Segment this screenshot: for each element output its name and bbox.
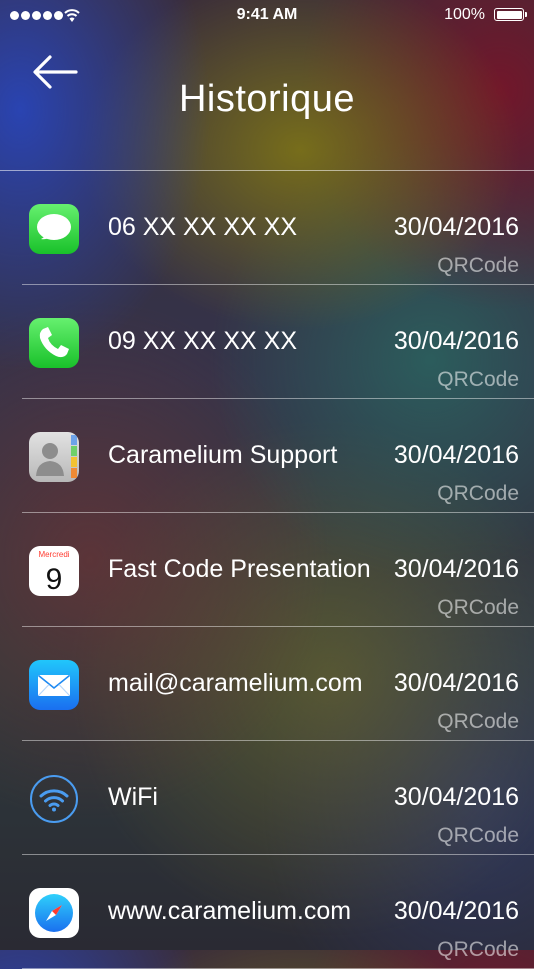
history-type: QRCode (437, 254, 519, 277)
page-title: Historique (178, 78, 356, 120)
history-row[interactable]: 06 XX XX XX XX 30/04/2016 QRCode (0, 171, 534, 285)
wifi-icon (29, 774, 79, 824)
history-row[interactable]: Caramelium Support 30/04/2016 QRCode (0, 399, 534, 513)
safari-icon (29, 888, 79, 938)
history-title: 06 XX XX XX XX (108, 213, 297, 241)
mail-icon (29, 660, 79, 710)
history-title: www.caramelium.com (108, 897, 352, 925)
calendar-date-label: 9 (46, 563, 63, 596)
messages-icon (29, 204, 79, 254)
history-date: 30/04/2016 (393, 327, 519, 355)
history-type: QRCode (437, 938, 519, 961)
history-date: 30/04/2016 (393, 897, 519, 925)
history-row[interactable]: mail@caramelium.com 30/04/2016 QRCode (0, 627, 534, 741)
history-type: QRCode (437, 596, 519, 619)
history-title: Fast Code Presentation (108, 555, 371, 583)
history-type: QRCode (437, 368, 519, 391)
battery-icon (494, 8, 527, 21)
history-title: Caramelium Support (108, 441, 338, 469)
history-date: 30/04/2016 (393, 213, 519, 241)
battery-percentage: 100% (444, 6, 485, 23)
calendar-day-label: Mercredi (38, 550, 69, 559)
history-date: 30/04/2016 (393, 441, 519, 469)
history-row[interactable]: 09 XX XX XX XX 30/04/2016 QRCode (0, 285, 534, 399)
phone-icon (29, 318, 79, 368)
history-row[interactable]: WiFi 30/04/2016 QRCode (0, 741, 534, 855)
history-date: 30/04/2016 (393, 555, 519, 583)
history-type: QRCode (437, 482, 519, 505)
history-row[interactable]: Mercredi 9 Fast Code Presentation 30/04/… (0, 513, 534, 627)
history-type: QRCode (437, 824, 519, 847)
history-title: 09 XX XX XX XX (108, 327, 297, 355)
status-bar: 9:41 AM 100% (0, 0, 534, 32)
history-date: 30/04/2016 (393, 783, 519, 811)
history-type: QRCode (437, 710, 519, 733)
history-row[interactable]: www.caramelium.com 30/04/2016 QRCode (0, 855, 534, 969)
calendar-icon: Mercredi 9 (29, 546, 79, 596)
history-list: 06 XX XX XX XX 30/04/2016 QRCode 09 XX X… (0, 171, 534, 969)
history-date: 30/04/2016 (393, 669, 519, 697)
contacts-icon (29, 432, 79, 482)
history-title: WiFi (108, 783, 158, 811)
history-title: mail@caramelium.com (108, 669, 363, 697)
